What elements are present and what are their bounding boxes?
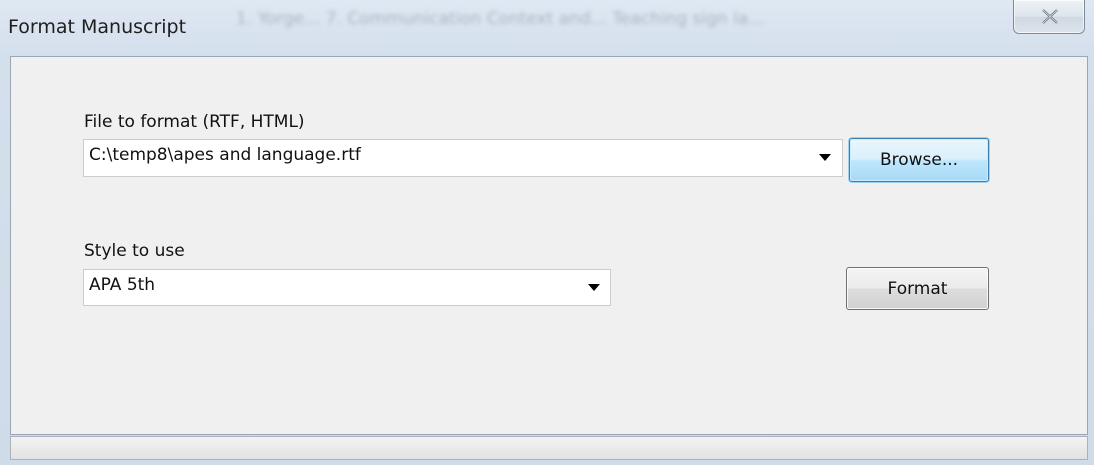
status-bar [10, 436, 1088, 460]
browse-button[interactable]: Browse... [849, 138, 989, 182]
title-bar[interactable]: Format Manuscript 1. Yorge... 7. Communi… [0, 0, 1094, 55]
chevron-down-icon[interactable] [588, 284, 600, 291]
format-manuscript-window: Format Manuscript 1. Yorge... 7. Communi… [0, 0, 1094, 465]
style-to-use-label: Style to use [84, 241, 185, 261]
style-value: APA 5th [89, 275, 156, 295]
dialog-body: File to format (RTF, HTML) C:\temp8\apes… [10, 56, 1088, 435]
format-button-label: Format [887, 278, 948, 299]
style-select[interactable]: APA 5th [83, 269, 611, 306]
window-title: Format Manuscript [8, 16, 187, 38]
format-button[interactable]: Format [846, 267, 989, 310]
file-path-value: C:\temp8\apes and language.rtf [89, 145, 361, 165]
background-window-title: 1. Yorge... 7. Communication Context and… [236, 9, 765, 29]
chevron-down-icon[interactable] [819, 154, 831, 161]
browse-button-label: Browse... [879, 150, 959, 170]
close-button[interactable] [1013, 0, 1085, 34]
file-to-format-label: File to format (RTF, HTML) [84, 112, 305, 132]
file-path-combobox[interactable]: C:\temp8\apes and language.rtf [83, 139, 843, 177]
close-icon [1042, 9, 1058, 24]
